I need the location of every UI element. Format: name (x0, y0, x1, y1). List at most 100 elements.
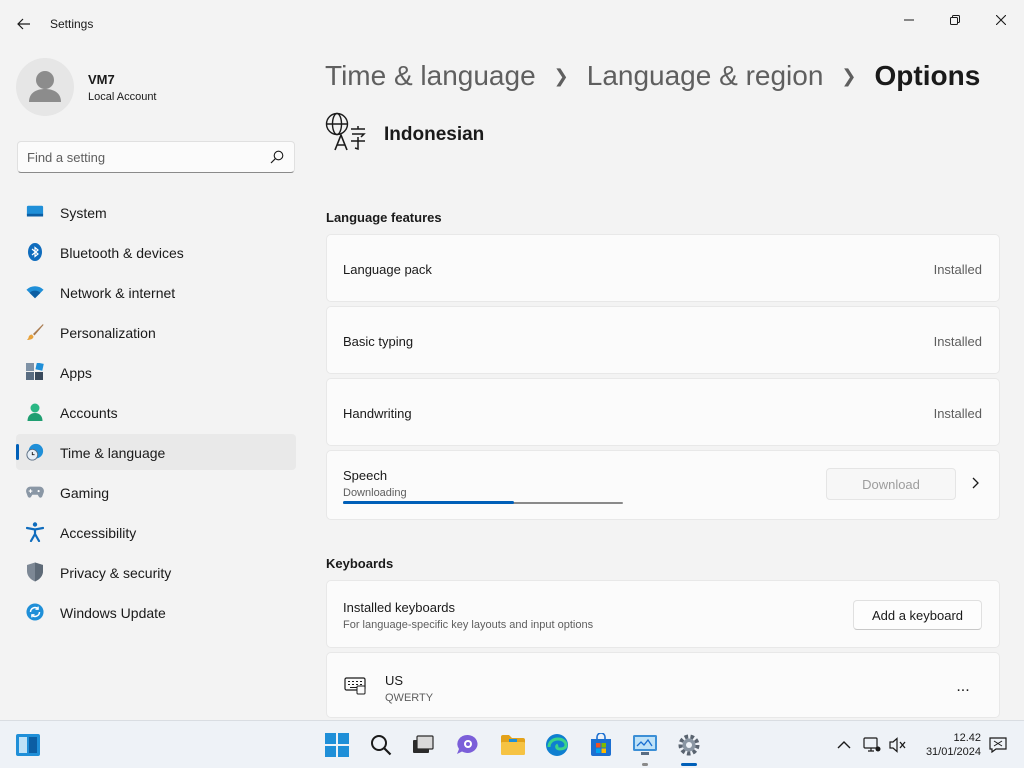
chevron-right-icon: ❯ (553, 65, 569, 86)
profile-account-type: Local Account (88, 91, 157, 103)
start-button[interactable] (323, 731, 351, 759)
control-panel-button[interactable] (631, 731, 659, 759)
sidebar-item-label: Network & internet (60, 285, 176, 301)
restore-icon (950, 15, 960, 25)
store-button[interactable] (587, 731, 615, 759)
minimize-icon (904, 19, 914, 21)
user-profile[interactable]: VM7 Local Account (16, 58, 296, 118)
chat-button[interactable] (454, 731, 482, 759)
sidebar-item-gaming[interactable]: Gaming (16, 474, 296, 510)
language-pack-card: Language pack Installed (326, 234, 1000, 302)
maximize-button[interactable] (932, 4, 978, 36)
feature-status: Installed (933, 334, 982, 349)
speech-card[interactable]: Speech Downloading Download (326, 450, 1000, 520)
update-icon (26, 603, 44, 621)
feature-status: Installed (933, 406, 982, 421)
search-icon[interactable] (270, 150, 284, 164)
settings-gear-icon (678, 734, 700, 756)
breadcrumb-item-time-language[interactable]: Time & language (325, 60, 536, 92)
control-panel-icon (633, 735, 657, 755)
sidebar-item-accounts[interactable]: Accounts (16, 394, 296, 430)
store-icon (591, 733, 611, 756)
app-title: Settings (50, 17, 94, 31)
brush-icon (26, 323, 44, 341)
sidebar-item-label: System (60, 205, 107, 221)
sidebar-item-network-internet[interactable]: Network & internet (16, 274, 296, 310)
sidebar-item-label: Gaming (60, 485, 110, 501)
sidebar-item-time-language[interactable]: Time & language (16, 434, 296, 470)
download-button[interactable]: Download (826, 468, 956, 500)
speech-status: Downloading (343, 487, 407, 499)
sidebar-item-label: Accounts (60, 405, 118, 421)
close-button[interactable] (978, 4, 1024, 36)
sidebar-item-bluetooth-devices[interactable]: Bluetooth & devices (16, 234, 296, 270)
sidebar-item-accessibility[interactable]: Accessibility (16, 514, 296, 550)
network-tray-button[interactable] (860, 731, 884, 759)
chevron-right-icon: ❯ (841, 65, 857, 86)
wifi-icon (26, 283, 44, 301)
sidebar-item-label: Apps (60, 365, 92, 381)
chevron-right-icon[interactable] (967, 475, 983, 491)
accessibility-icon (26, 522, 44, 542)
settings-taskbar-button[interactable] (675, 731, 703, 759)
system-icon (26, 203, 44, 221)
more-icon: ... (956, 678, 970, 695)
sidebar-item-windows-update[interactable]: Windows Update (16, 594, 296, 630)
system-clock[interactable]: 12.42 31/01/2024 (926, 731, 981, 759)
file-explorer-button[interactable] (499, 731, 527, 759)
edge-button[interactable] (543, 731, 571, 759)
active-app-indicator (681, 763, 697, 766)
back-button[interactable] (12, 12, 36, 36)
sidebar-item-apps[interactable]: Apps (16, 354, 296, 390)
widgets-icon (16, 734, 40, 756)
taskbar-search-button[interactable] (367, 731, 395, 759)
bluetooth-icon (26, 243, 44, 261)
volume-tray-button[interactable] (886, 731, 910, 759)
sidebar-item-label: Windows Update (60, 605, 166, 621)
title-bar: Settings (0, 0, 1024, 48)
installed-keyboards-card: Installed keyboards For language-specifi… (326, 580, 1000, 648)
clock-date: 31/01/2024 (925, 746, 981, 758)
running-indicator (642, 763, 648, 766)
sidebar-item-system[interactable]: System (16, 194, 296, 230)
more-options-button[interactable]: ... (949, 673, 977, 701)
language-icon (325, 112, 366, 151)
keyboards-heading: Keyboards (326, 556, 394, 571)
sidebar-item-label: Time & language (60, 445, 166, 461)
speech-progress-fill (343, 501, 514, 504)
installed-keyboards-description: For language-specific key layouts and in… (343, 619, 594, 631)
sidebar-item-label: Accessibility (60, 525, 137, 541)
taskbar: 12.42 31/01/2024 (0, 720, 1024, 768)
windows-start-icon (325, 733, 349, 757)
breadcrumb: Time & language ❯ Language & region ❯ Op… (325, 58, 980, 94)
add-keyboard-button[interactable]: Add a keyboard (853, 600, 982, 630)
feature-label: Language pack (343, 262, 432, 277)
edge-browser-icon (546, 734, 568, 756)
notifications-button[interactable] (986, 731, 1010, 759)
sidebar-item-label: Personalization (60, 325, 156, 341)
basic-typing-card: Basic typing Installed (326, 306, 1000, 374)
keyboard-icon (344, 677, 366, 695)
keyboard-layout: QWERTY (385, 692, 434, 704)
feature-label: Handwriting (343, 406, 412, 421)
minimize-button[interactable] (886, 4, 932, 36)
search-input[interactable] (27, 148, 267, 166)
notification-icon (989, 737, 1007, 753)
time-language-icon (26, 443, 44, 461)
language-features-heading: Language features (326, 210, 442, 225)
user-avatar-icon (29, 71, 61, 102)
sidebar-item-privacy-security[interactable]: Privacy & security (16, 554, 296, 590)
handwriting-card: Handwriting Installed (326, 378, 1000, 446)
sidebar-nav: System Bluetooth & devices Network & int… (16, 194, 296, 634)
show-hidden-icons-button[interactable] (832, 731, 856, 759)
keyboard-us-card: US QWERTY ... (326, 652, 1000, 718)
sidebar-item-personalization[interactable]: Personalization (16, 314, 296, 350)
network-icon (863, 737, 881, 752)
widgets-button[interactable] (14, 731, 42, 759)
profile-name: VM7 (88, 72, 115, 87)
shield-icon (26, 562, 44, 582)
breadcrumb-item-language-region[interactable]: Language & region (587, 60, 824, 92)
chevron-up-icon (837, 741, 851, 749)
task-view-button[interactable] (409, 731, 437, 759)
language-name: Indonesian (384, 124, 485, 145)
